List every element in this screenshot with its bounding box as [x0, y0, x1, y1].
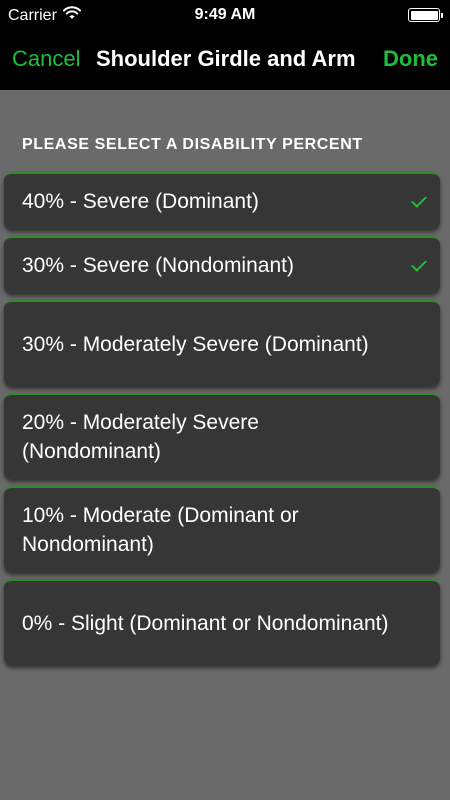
content-area: PLEASE SELECT A DISABILITY PERCENT 40% -…	[0, 90, 450, 800]
option-label: 20% - Moderately Severe (Nondominant)	[22, 411, 259, 463]
option-40-severe-dominant[interactable]: 40% - Severe (Dominant)	[4, 172, 440, 229]
option-20-moderately-severe-nondominant[interactable]: 20% - Moderately Severe (Nondominant)	[4, 393, 440, 479]
option-label: 40% - Severe (Dominant)	[22, 190, 259, 213]
checkmark-icon	[411, 191, 427, 208]
option-label: 0% - Slight (Dominant or Nondominant)	[22, 611, 389, 635]
option-30-severe-nondominant[interactable]: 30% - Severe (Nondominant)	[4, 236, 440, 293]
battery-icon	[408, 8, 443, 22]
option-label: 30% - Severe (Nondominant)	[22, 254, 294, 277]
checkmark-icon	[411, 255, 427, 272]
cancel-button[interactable]: Cancel	[12, 46, 80, 72]
option-10-moderate[interactable]: 10% - Moderate (Dominant or Nondominant)	[4, 486, 440, 572]
page-title: Shoulder Girdle and Arm	[96, 46, 356, 71]
option-0-slight[interactable]: 0% - Slight (Dominant or Nondominant)	[4, 579, 440, 665]
battery-level	[410, 10, 438, 20]
app-screen: Carrier 9:49 AM Cancel Shoulder Girdle a…	[0, 0, 450, 800]
option-label: 30% - Moderately Severe (Dominant)	[22, 332, 369, 356]
status-time: 9:49 AM	[194, 6, 256, 23]
option-30-moderately-severe-dominant[interactable]: 30% - Moderately Severe (Dominant)	[4, 300, 440, 386]
section-header: PLEASE SELECT A DISABILITY PERCENT	[22, 136, 363, 153]
status-bar: Carrier 9:49 AM	[0, 0, 450, 30]
done-button[interactable]: Done	[383, 46, 438, 72]
navigation-bar: Cancel Shoulder Girdle and Arm Done	[0, 30, 450, 90]
option-label: 10% - Moderate (Dominant or Nondominant)	[22, 504, 299, 556]
